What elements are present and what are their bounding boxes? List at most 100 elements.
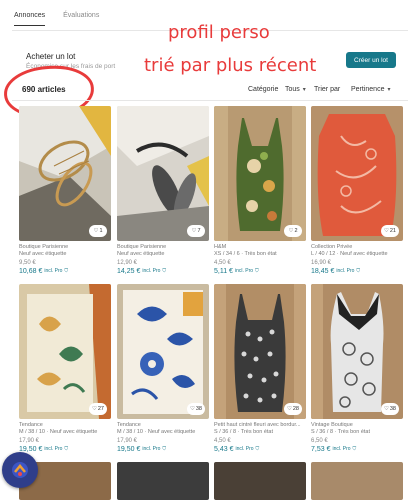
floating-app-button[interactable] (2, 452, 38, 488)
heart-icon: ♡ (288, 228, 294, 234)
product-card[interactable]: ♡ 27 Tendance M / 38 / 10 · Neuf avec éti… (19, 284, 111, 454)
product-price: 4,50 € (214, 259, 231, 266)
like-button[interactable]: ♡ 27 (88, 403, 107, 415)
like-button[interactable]: ♡ 38 (380, 403, 399, 415)
pro-label: incl. Pro (235, 446, 254, 453)
heart-icon: ♡ (383, 406, 389, 412)
shield-icon: ⛉ (64, 268, 69, 275)
price-pro-value: 5,43 € (214, 445, 234, 453)
heart-icon: ♡ (93, 228, 99, 234)
like-count: 21 (389, 228, 396, 234)
product-detail: S / 36 / 8 · Très bon état (311, 429, 371, 436)
heart-icon: ♡ (286, 406, 292, 412)
like-count: 38 (389, 406, 396, 412)
product-brand: H&M (214, 244, 227, 250)
pro-label: incl. Pro (44, 446, 63, 453)
product-photo[interactable]: ♡ 27 (19, 284, 111, 419)
price-pro-value: 10,68 € (19, 267, 43, 275)
category-value: Tous (285, 86, 300, 93)
like-button[interactable]: ♡ 38 (186, 403, 205, 415)
product-price: 17,90 € (19, 437, 40, 444)
shield-icon: ⛉ (64, 446, 69, 453)
product-image (311, 106, 403, 241)
product-meta: Vintage Boutique S / 36 / 8 · Très bon é… (311, 422, 403, 454)
like-button[interactable]: ♡ 1 (89, 225, 107, 237)
shield-icon: ⛉ (255, 446, 260, 453)
heart-icon: ♡ (91, 406, 97, 412)
heart-icon: ♡ (383, 228, 389, 234)
product-card[interactable]: ♡ 21 Collection Privée L / 40 / 12 · Neuf… (311, 106, 403, 276)
product-card[interactable]: ♡ 38 Tendance M / 38 / 10 · Neuf avec éti… (117, 284, 209, 454)
product-detail: S / 36 / 8 · Très bon état (214, 429, 274, 436)
product-photo-partial[interactable] (117, 462, 209, 500)
like-button[interactable]: ♡ 28 (283, 403, 302, 415)
category-select[interactable]: Tous ▾ (285, 86, 306, 93)
product-price-pro: 10,68 € incl. Pro ⛉ (19, 267, 111, 276)
annotation-profile: profil perso (168, 22, 270, 43)
product-price: 12,90 € (117, 259, 138, 266)
annotation-sorted: trié par plus récent (144, 55, 317, 76)
product-photo[interactable]: ♡ 21 (311, 106, 403, 241)
pro-label: incl. Pro (234, 268, 254, 275)
pro-label: incl. Pro (44, 268, 63, 275)
sort-value: Pertinence (351, 86, 385, 93)
sort-label: Trier par (314, 86, 341, 93)
price-pro-value: 14,25 € (117, 267, 141, 275)
like-button[interactable]: ♡ 21 (380, 225, 399, 237)
product-photo[interactable]: ♡ 38 (117, 284, 209, 419)
sort-select[interactable]: Pertinence ▾ (351, 86, 390, 93)
tab-annonces[interactable]: Annonces (14, 12, 46, 26)
product-brand: Tendance (19, 422, 43, 428)
like-count: 7 (197, 228, 201, 234)
product-image (117, 284, 209, 419)
product-brand: Vintage Boutique (311, 422, 353, 428)
product-price-pro: 14,25 € incl. Pro ⛉ (117, 267, 209, 276)
tab-evaluations[interactable]: Évaluations (63, 12, 99, 26)
product-photo[interactable]: ♡ 1 (19, 106, 111, 241)
product-price-pro: 7,53 € incl. Pro ⛉ (311, 445, 403, 454)
product-card[interactable]: ♡ 7 Boutique Parisienne Neuf avec étiquet… (117, 106, 209, 276)
product-price-pro: 18,45 € incl. Pro ⛉ (311, 267, 403, 276)
product-meta: Tendance M / 38 / 10 · Neuf avec étiquet… (117, 422, 209, 454)
category-filter[interactable]: Catégorie (248, 86, 278, 93)
product-card[interactable]: ♡ 1 Boutique Parisienne Neuf avec étiquet… (19, 106, 111, 276)
like-count: 1 (99, 228, 103, 234)
product-brand: Collection Privée (311, 244, 353, 250)
product-detail: Neuf avec étiquette (117, 251, 165, 258)
pro-label: incl. Pro (332, 446, 351, 453)
bundle-title: Acheter un lot (26, 52, 76, 61)
product-photo[interactable]: ♡ 38 (311, 284, 403, 419)
product-card[interactable]: ♡ 2 H&M XS / 34 / 6 · Très bon état 4,50 … (214, 106, 306, 276)
profile-tabs: Annonces Évaluations (14, 12, 99, 26)
like-button[interactable]: ♡ 7 (187, 225, 205, 237)
create-bundle-button[interactable]: Créer un lot (346, 52, 396, 68)
product-brand: Boutique Parisienne (117, 244, 167, 250)
chevron-down-icon: ▾ (387, 87, 391, 93)
shield-icon: ⛉ (356, 268, 361, 275)
product-photo[interactable]: ♡ 7 (117, 106, 209, 241)
product-photo-partial[interactable] (311, 462, 403, 500)
product-image (214, 106, 306, 241)
product-price-pro: 5,43 € incl. Pro ⛉ (214, 445, 306, 454)
like-button[interactable]: ♡ 2 (284, 225, 302, 237)
product-image (19, 284, 111, 419)
product-detail: M / 38 / 10 · Neuf avec étiquette (19, 429, 98, 436)
product-photo-partial[interactable] (214, 462, 306, 500)
pro-label: incl. Pro (142, 268, 161, 275)
product-detail: XS / 34 / 6 · Très bon état (214, 251, 277, 258)
product-meta: Collection Privée L / 40 / 12 · Neuf ave… (311, 244, 403, 276)
price-pro-value: 5,11 € (214, 267, 233, 275)
product-photo[interactable]: ♡ 2 (214, 106, 306, 241)
like-count: 28 (292, 406, 299, 412)
product-card[interactable]: ♡ 38 Vintage Boutique S / 36 / 8 · Très b… (311, 284, 403, 454)
product-price-pro: 19,50 € incl. Pro ⛉ (117, 445, 209, 454)
results-divider (12, 100, 408, 101)
pro-label: incl. Pro (142, 446, 161, 453)
product-photo[interactable]: ♡ 28 (214, 284, 306, 419)
product-card[interactable]: ♡ 28 Petit haut cintré fleuri avec bordur… (214, 284, 306, 454)
like-count: 27 (97, 406, 104, 412)
product-meta: Boutique Parisienne Neuf avec étiquette … (19, 244, 111, 276)
sort-label-wrap: Trier par (314, 86, 340, 93)
product-detail: Neuf avec étiquette (19, 251, 67, 258)
product-image (311, 284, 403, 419)
